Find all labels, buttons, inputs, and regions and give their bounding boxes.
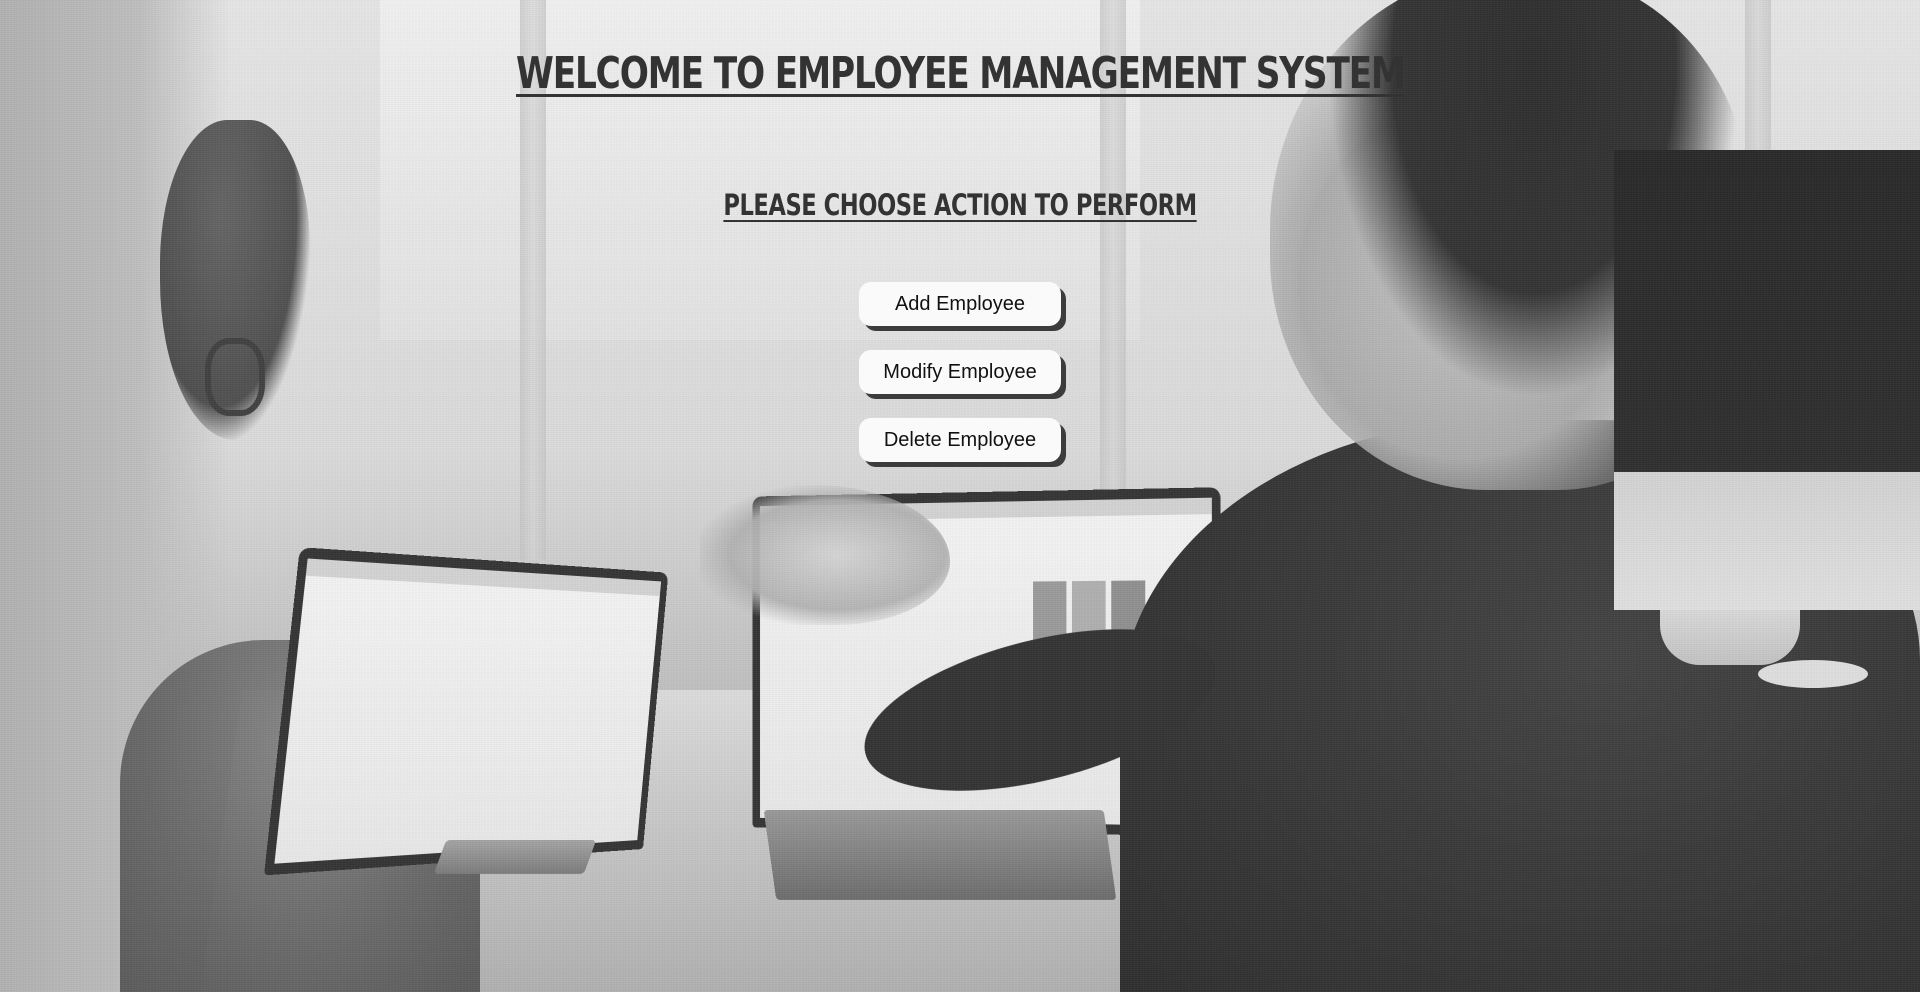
page-subtitle: Please Choose Action To Perform [723, 188, 1197, 222]
add-employee-button[interactable]: Add Employee [859, 282, 1061, 326]
page-title: Welcome To Employee Management System [516, 48, 1405, 99]
delete-employee-button[interactable]: Delete Employee [859, 418, 1061, 462]
action-menu: Add Employee Modify Employee Delete Empl… [859, 282, 1061, 486]
modify-employee-button[interactable]: Modify Employee [859, 350, 1061, 394]
main-content: Welcome To Employee Management System Pl… [0, 0, 1920, 992]
